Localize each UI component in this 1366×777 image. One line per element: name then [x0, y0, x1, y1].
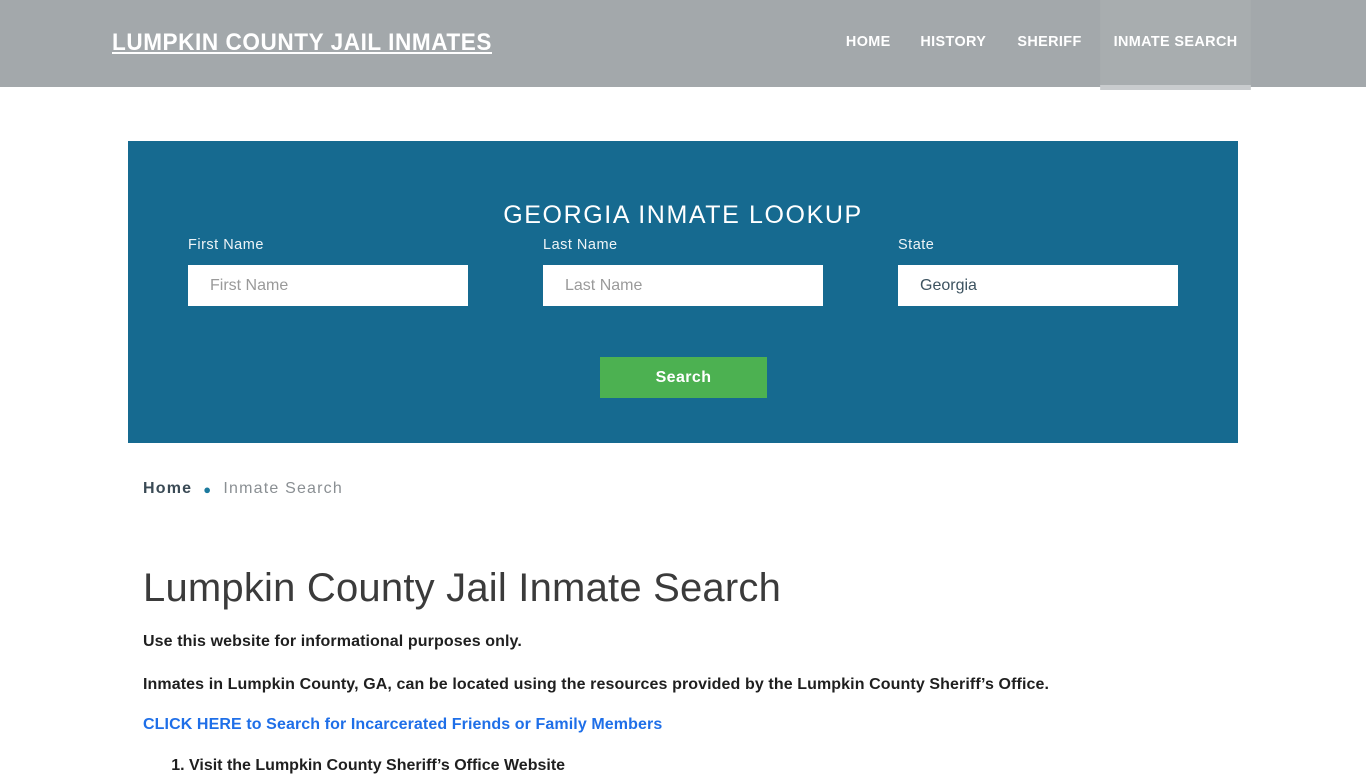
breadcrumb: Home ● Inmate Search: [143, 470, 1223, 508]
state-select[interactable]: [898, 265, 1178, 306]
state-label: State: [898, 237, 935, 253]
intro-paragraph-1: Use this website for informational purpo…: [143, 633, 522, 650]
nav-item-sheriff[interactable]: SHERIFF: [1004, 0, 1095, 87]
inmate-search-cta-link[interactable]: CLICK HERE to Search for Incarcerated Fr…: [143, 716, 1223, 734]
nav-item-history[interactable]: HISTORY: [907, 0, 1000, 87]
lookup-panel-title: GEORGIA INMATE LOOKUP: [503, 200, 863, 229]
breadcrumb-separator-icon: ●: [203, 481, 213, 497]
page-title: Lumpkin County Jail Inmate Search: [143, 566, 782, 610]
main-navigation: HOME HISTORY SHERIFF INMATE SEARCH: [831, 0, 1254, 90]
nav-item-home[interactable]: HOME: [832, 0, 904, 87]
list-item: Visit the Lumpkin County Sheriff’s Offic…: [189, 754, 1223, 777]
first-name-label: First Name: [188, 237, 264, 253]
breadcrumb-current: Inmate Search: [223, 480, 343, 497]
last-name-input[interactable]: [543, 265, 823, 306]
intro-paragraph-2: Inmates in Lumpkin County, GA, can be lo…: [143, 675, 1050, 693]
first-name-input[interactable]: [188, 265, 468, 306]
search-button[interactable]: Search: [600, 357, 767, 398]
inmate-lookup-panel: GEORGIA INMATE LOOKUP First Name Last Na…: [128, 141, 1238, 443]
breadcrumb-home[interactable]: Home: [143, 480, 192, 498]
first-name-field-group: First Name: [188, 237, 468, 306]
last-name-label: Last Name: [543, 237, 618, 253]
main-content: Home ● Inmate Search Lumpkin County Jail…: [143, 470, 1223, 777]
site-title[interactable]: LUMPKIN COUNTY JAIL INMATES: [112, 29, 492, 57]
site-header: LUMPKIN COUNTY JAIL INMATES HOME HISTORY…: [0, 0, 1366, 90]
nav-item-inmate-search[interactable]: INMATE SEARCH: [1100, 0, 1251, 90]
last-name-field-group: Last Name: [543, 237, 823, 306]
state-field-group: State: [898, 237, 1178, 306]
steps-list: Visit the Lumpkin County Sheriff’s Offic…: [143, 754, 1223, 777]
